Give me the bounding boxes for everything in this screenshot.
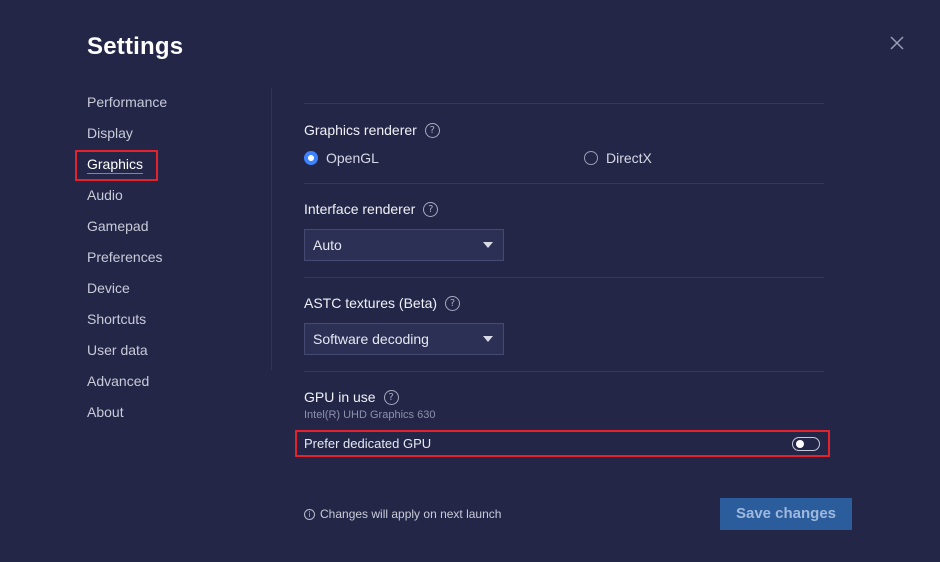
sidebar-item-label: About bbox=[87, 404, 124, 420]
footer-note: i Changes will apply on next launch bbox=[304, 507, 501, 521]
sidebar-item-label: Preferences bbox=[87, 249, 163, 265]
sidebar-item-label: User data bbox=[87, 342, 148, 358]
sidebar-item-device[interactable]: Device bbox=[87, 279, 130, 297]
active-item-highlight-box bbox=[75, 150, 158, 181]
gpu-in-use-label-text: GPU in use bbox=[304, 389, 376, 405]
sidebar-item-performance[interactable]: Performance bbox=[87, 93, 167, 111]
gpu-name: Intel(R) UHD Graphics 630 bbox=[304, 409, 436, 421]
radio-directx[interactable]: DirectX bbox=[584, 150, 652, 166]
astc-textures-select[interactable]: Software decoding bbox=[304, 323, 504, 355]
sidebar-divider bbox=[271, 88, 272, 370]
section-divider bbox=[304, 371, 824, 372]
radio-unchecked-icon bbox=[584, 151, 598, 165]
chevron-down-icon bbox=[483, 336, 493, 342]
save-changes-button[interactable]: Save changes bbox=[720, 498, 852, 530]
sidebar-item-shortcuts[interactable]: Shortcuts bbox=[87, 310, 146, 328]
radio-checked-icon bbox=[304, 151, 318, 165]
prefer-dedicated-gpu-toggle[interactable] bbox=[792, 437, 820, 451]
prefer-dedicated-gpu-row: Prefer dedicated GPU bbox=[295, 430, 830, 457]
sidebar-item-gamepad[interactable]: Gamepad bbox=[87, 217, 148, 235]
astc-textures-value: Software decoding bbox=[313, 331, 429, 347]
toggle-knob bbox=[796, 440, 804, 448]
section-divider bbox=[304, 103, 824, 104]
interface-renderer-label-text: Interface renderer bbox=[304, 201, 416, 217]
interface-renderer-select[interactable]: Auto bbox=[304, 229, 504, 261]
close-icon bbox=[890, 36, 904, 50]
graphics-renderer-label: Graphics renderer ? bbox=[304, 121, 440, 139]
sidebar-item-about[interactable]: About bbox=[87, 403, 124, 421]
astc-textures-label-text: ASTC textures (Beta) bbox=[304, 295, 438, 311]
sidebar-item-advanced[interactable]: Advanced bbox=[87, 372, 149, 390]
sidebar-item-label: Display bbox=[87, 125, 133, 141]
sidebar-item-preferences[interactable]: Preferences bbox=[87, 248, 162, 266]
close-button[interactable] bbox=[886, 32, 908, 54]
help-icon[interactable]: ? bbox=[445, 295, 461, 311]
sidebar-item-label: Gamepad bbox=[87, 218, 149, 234]
sidebar-item-label: Audio bbox=[87, 187, 123, 203]
sidebar-item-label: Advanced bbox=[87, 373, 150, 389]
info-icon: i bbox=[304, 508, 315, 520]
footer-note-text: Changes will apply on next launch bbox=[320, 507, 502, 521]
section-divider bbox=[304, 183, 824, 184]
radio-opengl[interactable]: OpenGL bbox=[304, 150, 379, 166]
help-icon[interactable]: ? bbox=[423, 201, 439, 217]
sidebar-item-label: Shortcuts bbox=[87, 311, 147, 327]
gpu-in-use-label: GPU in use ? bbox=[304, 388, 399, 406]
interface-renderer-label: Interface renderer ? bbox=[304, 200, 439, 218]
sidebar-item-user-data[interactable]: User data bbox=[87, 341, 148, 359]
help-icon[interactable]: ? bbox=[424, 122, 440, 138]
sidebar-item-label: Device bbox=[87, 280, 130, 296]
chevron-down-icon bbox=[483, 242, 493, 248]
astc-textures-label: ASTC textures (Beta) ? bbox=[304, 294, 461, 312]
sidebar-item-label: Performance bbox=[87, 94, 168, 110]
sidebar-item-display[interactable]: Display bbox=[87, 124, 133, 142]
help-icon[interactable]: ? bbox=[383, 389, 399, 405]
sidebar-item-audio[interactable]: Audio bbox=[87, 186, 123, 204]
radio-opengl-label: OpenGL bbox=[326, 150, 379, 166]
interface-renderer-value: Auto bbox=[313, 237, 342, 253]
settings-title: Settings bbox=[87, 33, 184, 60]
radio-directx-label: DirectX bbox=[606, 150, 652, 166]
graphics-renderer-label-text: Graphics renderer bbox=[304, 122, 417, 138]
section-divider bbox=[304, 277, 824, 278]
prefer-dedicated-gpu-label: Prefer dedicated GPU bbox=[304, 436, 432, 451]
